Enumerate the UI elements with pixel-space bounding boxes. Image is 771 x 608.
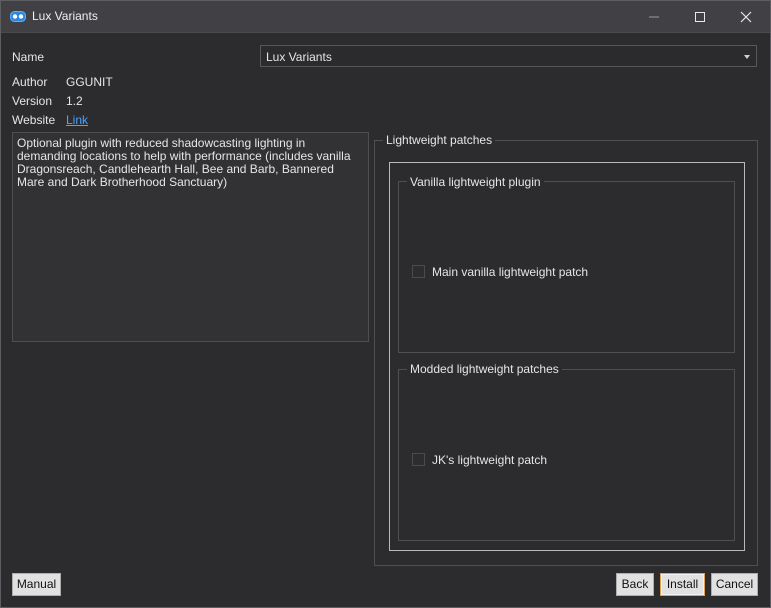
main-vanilla-patch-checkbox[interactable] — [412, 265, 425, 278]
website-label: Website — [12, 113, 56, 127]
modded-group-title: Modded lightweight patches — [407, 362, 562, 376]
chevron-down-icon — [744, 55, 750, 59]
maximize-button[interactable] — [677, 1, 723, 32]
description-box: Optional plugin with reduced shadowcasti… — [12, 132, 369, 342]
close-icon — [740, 11, 752, 23]
install-button[interactable]: Install — [660, 573, 705, 596]
window-title: Lux Variants — [32, 9, 98, 23]
title-bar[interactable]: Lux Variants — [1, 1, 770, 33]
variant-select-value: Lux Variants — [266, 50, 332, 64]
jk-patch-label[interactable]: JK's lightweight patch — [432, 453, 547, 467]
jk-patch-checkbox[interactable] — [412, 453, 425, 466]
manual-button[interactable]: Manual — [12, 573, 61, 596]
minimize-icon — [649, 16, 659, 18]
main-vanilla-patch-label[interactable]: Main vanilla lightweight patch — [432, 265, 588, 279]
version-label: Version — [12, 94, 53, 108]
close-button[interactable] — [723, 1, 769, 32]
lightweight-patches-title: Lightweight patches — [383, 133, 496, 147]
author-value: GGUNIT — [66, 75, 113, 89]
variant-select[interactable]: Lux Variants — [260, 45, 757, 67]
mod-organizer-icon — [10, 11, 26, 22]
maximize-icon — [695, 12, 705, 22]
vanilla-group-title: Vanilla lightweight plugin — [407, 175, 544, 189]
author-label: Author — [12, 75, 48, 89]
website-link[interactable]: Link — [66, 113, 88, 127]
version-value: 1.2 — [66, 94, 83, 108]
name-label: Name — [12, 50, 45, 64]
cancel-button[interactable]: Cancel — [711, 573, 758, 596]
back-button[interactable]: Back — [616, 573, 654, 596]
minimize-button[interactable] — [631, 1, 677, 32]
